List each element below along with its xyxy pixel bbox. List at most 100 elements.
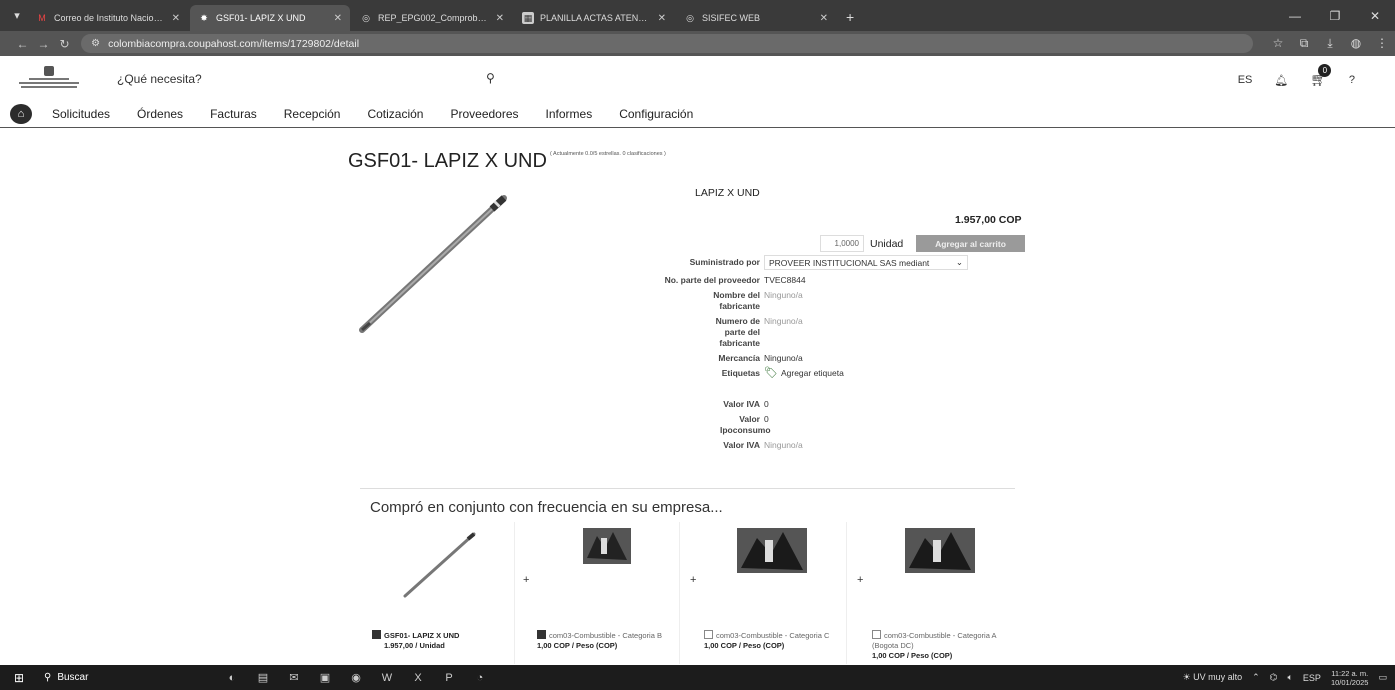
home-icon[interactable]: ⌂ (10, 104, 32, 124)
extensions-icon[interactable]: ⧉ (1291, 36, 1317, 51)
tab-strip: ▾ M Correo de Instituto Nacional Pe ✕ ✸ … (0, 0, 1395, 31)
frequently-bought-together: Compró en conjunto con frecuencia en su … (360, 488, 1015, 664)
menu-informes[interactable]: Informes (546, 107, 593, 121)
attr-label: Suministrado por (689, 257, 760, 267)
cart-icon[interactable]: 🛒︎ 0 (1310, 64, 1332, 88)
related-item-name-text: com03-Combustible - Categoria A (Bogota … (872, 631, 997, 650)
weather-icon: ☀ (1182, 672, 1191, 682)
chrome-icon[interactable]: ◉ (342, 668, 370, 688)
store-icon[interactable]: ▣ (311, 668, 339, 688)
add-to-cart-button[interactable]: Agregar al carrito (916, 235, 1025, 252)
close-icon[interactable]: ✕ (496, 13, 504, 24)
related-item-price: 1.957,00 / Unidad (384, 641, 445, 650)
clock[interactable]: 11:22 a. m. 10/01/2025 (1331, 669, 1369, 687)
tab-gmail[interactable]: M Correo de Instituto Nacional Pe ✕ (28, 5, 188, 31)
taskbar-search[interactable]: ⚲ Buscar (38, 665, 158, 690)
attr-value: TVEC8844 (764, 275, 806, 285)
related-item-name[interactable]: com03-Combustible - Categoria A (Bogota … (872, 630, 1007, 651)
close-icon[interactable]: ✕ (658, 13, 666, 24)
taskbar-search-label: Buscar (57, 672, 89, 683)
weather-widget[interactable]: ☀ UV muy alto (1182, 672, 1242, 683)
excel-icon[interactable]: X (404, 668, 432, 688)
bookmark-star-icon[interactable]: ☆ (1265, 36, 1291, 51)
close-window-icon[interactable]: ✕ (1355, 0, 1395, 31)
checkbox[interactable] (704, 630, 713, 639)
product-image (359, 195, 507, 333)
close-icon[interactable]: ✕ (334, 13, 342, 24)
reload-icon[interactable]: ↻ (54, 37, 75, 51)
tab-cdp[interactable]: ◎ REP_EPG002_ComprobanteCDP ✕ (352, 5, 512, 31)
url-text: colombiacompra.coupahost.com/items/17298… (108, 37, 360, 50)
menu-dots-icon[interactable]: ⋮ (1369, 36, 1395, 51)
menu-facturas[interactable]: Facturas (210, 107, 257, 121)
back-icon[interactable]: ← (12, 37, 33, 51)
checkbox[interactable] (872, 630, 881, 639)
task-view-icon[interactable]: ◐ (218, 668, 246, 688)
related-item-card: GSF01- LAPIZ X UND 1.957,00 / Unidad (360, 522, 515, 664)
attr-label: Etiquetas (721, 368, 760, 378)
site-info-icon[interactable]: ⚙ (91, 38, 100, 49)
add-tag-link[interactable]: 🏷︎ Agregar etiqueta (764, 368, 844, 379)
edge-icon[interactable]: ◔ (466, 668, 494, 688)
tab-sisifec[interactable]: ◎ SISIFEC WEB ✕ (676, 5, 836, 31)
search-icon[interactable]: ⚲ (486, 71, 495, 85)
related-item-name[interactable]: GSF01- LAPIZ X UND (372, 630, 507, 641)
menu-solicitudes[interactable]: Solicitudes (52, 107, 110, 121)
browser-chrome: ▾ M Correo de Instituto Nacional Pe ✕ ✸ … (0, 0, 1395, 56)
related-item-card: com03-Combustible - Categoria C 1,00 COP… (692, 522, 847, 664)
forward-icon[interactable]: → (33, 37, 54, 51)
globe-icon: ◎ (686, 12, 694, 23)
attr-value: 0 (764, 414, 769, 424)
network-icon[interactable]: ⌬ (1270, 672, 1278, 683)
related-item-caption: com03-Combustible - Categoria B 1,00 COP… (537, 630, 672, 651)
sheet-icon: ▦ (522, 12, 534, 24)
related-item-name-text: com03-Combustible - Categoria B (549, 631, 662, 640)
tray-overflow-icon[interactable]: ⌃ (1252, 672, 1260, 683)
attr-value: Ninguno/a (764, 440, 803, 450)
fuel-thumbnail (905, 528, 975, 573)
input-language[interactable]: ESP (1303, 673, 1321, 683)
quantity-input[interactable]: 1,0000 (820, 235, 864, 252)
close-icon[interactable]: ✕ (172, 13, 180, 24)
download-icon[interactable]: ⤓ (1317, 36, 1343, 51)
checkbox[interactable] (537, 630, 546, 639)
file-explorer-icon[interactable]: ▤ (249, 668, 277, 688)
coat-of-arms-icon (44, 66, 54, 76)
volume-icon[interactable]: 🔈︎ (1288, 672, 1293, 683)
bell-icon[interactable]: 🔔︎ (1274, 74, 1288, 87)
powerpoint-icon[interactable]: P (435, 668, 463, 688)
globe-icon: ◎ (362, 12, 370, 23)
menu-recepcion[interactable]: Recepción (284, 107, 341, 121)
profile-icon[interactable]: ◍ (1343, 36, 1369, 51)
mail-icon[interactable]: ✉ (280, 668, 308, 688)
menu-configuracion[interactable]: Configuración (619, 107, 693, 121)
search-input[interactable]: ¿Qué necesita? (117, 72, 202, 86)
checkbox[interactable] (372, 630, 381, 639)
tab-planilla[interactable]: ▦ PLANILLA ACTAS ATENCION Y ✕ (514, 5, 674, 31)
maximize-icon[interactable]: ❐ (1315, 0, 1355, 31)
related-item-price: 1,00 COP / Peso (COP) (872, 651, 953, 660)
tab-coupa-item[interactable]: ✸ GSF01- LAPIZ X UND ✕ (190, 5, 350, 31)
windows-start-icon[interactable]: ⊞ (0, 671, 38, 685)
new-tab-icon[interactable]: + (846, 9, 854, 25)
page-title: GSF01- LAPIZ X UND (348, 150, 547, 172)
menu-ordenes[interactable]: Órdenes (137, 107, 183, 121)
close-icon[interactable]: ✕ (820, 13, 828, 24)
menu-cotizacion[interactable]: Cotización (367, 107, 423, 121)
add-tag-label: Agregar etiqueta (780, 368, 844, 378)
minimize-icon[interactable]: — (1275, 0, 1315, 31)
supplier-select[interactable]: PROVEER INSTITUCIONAL SAS mediant ⌄ (764, 255, 968, 270)
attr-label: No. parte del proveedor (664, 275, 760, 285)
language-selector[interactable]: ES (1238, 74, 1253, 86)
tab-label: PLANILLA ACTAS ATENCION Y (540, 13, 652, 23)
address-bar[interactable]: ⚙ colombiacompra.coupahost.com/items/172… (81, 34, 1253, 53)
word-icon[interactable]: W (373, 668, 401, 688)
notifications-icon[interactable]: ▭ (1378, 672, 1387, 683)
related-item-name[interactable]: com03-Combustible - Categoria B (537, 630, 672, 641)
colombia-compra-logo[interactable] (18, 66, 80, 92)
menu-proveedores[interactable]: Proveedores (450, 107, 518, 121)
tab-search-icon[interactable]: ▾ (6, 4, 28, 26)
help-icon[interactable]: ? (1349, 74, 1355, 86)
attr-label: Valor IVA (723, 440, 760, 450)
related-item-name[interactable]: com03-Combustible - Categoria C (704, 630, 839, 641)
